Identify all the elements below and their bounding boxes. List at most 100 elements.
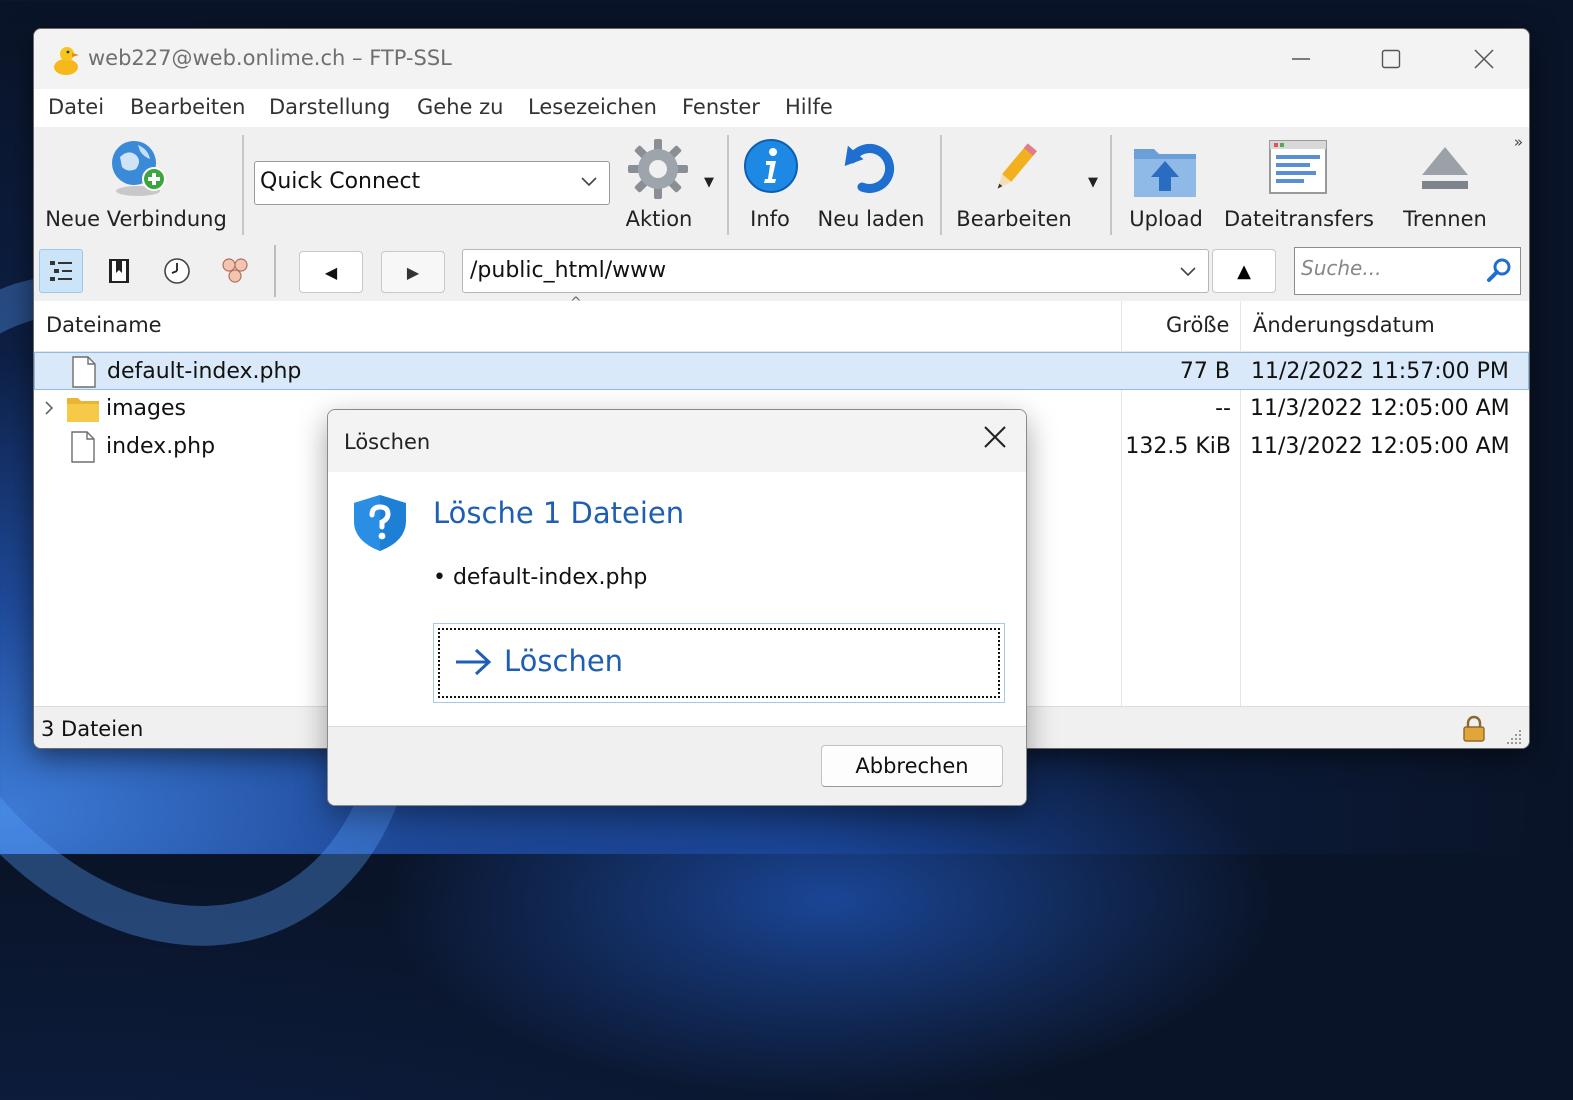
menu-hilfe[interactable]: Hilfe	[785, 95, 833, 119]
menu-bearbeiten[interactable]: Bearbeiten	[130, 95, 245, 119]
file-size: 132.5 KiB	[1125, 434, 1231, 459]
file-modified: 11/3/2022 12:05:00 AM	[1250, 434, 1510, 459]
close-icon	[1474, 49, 1494, 69]
minimize-icon	[1292, 58, 1310, 60]
search-placeholder: Suche...	[1301, 256, 1382, 280]
folder-icon	[67, 398, 99, 422]
action-dropdown-caret-icon[interactable]: ▼	[704, 175, 714, 190]
resize-grip-icon[interactable]	[1504, 727, 1524, 747]
bookmark-book-icon	[109, 259, 129, 283]
action-label: Aktion	[625, 207, 693, 231]
chevron-down-icon	[581, 177, 597, 187]
table-row[interactable]: default-index.php 77 B 11/2/2022 11:57:0…	[34, 352, 1529, 390]
maximize-icon	[1381, 49, 1401, 69]
dialog-file-item: • default-index.php	[433, 565, 648, 590]
menu-lesezeichen[interactable]: Lesezeichen	[528, 95, 657, 119]
arrow-right-icon	[456, 648, 492, 676]
file-modified: 11/3/2022 12:05:00 AM	[1250, 396, 1510, 421]
dialog-title-bar: Löschen	[328, 410, 1026, 472]
toolbar-separator	[242, 135, 244, 235]
info-icon	[744, 139, 798, 193]
reload-button[interactable]: Neu laden	[814, 133, 928, 237]
file-name: default-index.php	[107, 359, 302, 384]
close-button[interactable]	[1461, 39, 1507, 79]
gear-icon	[628, 139, 688, 199]
disconnect-button[interactable]: Trennen	[1396, 133, 1494, 237]
menu-gehe-zu[interactable]: Gehe zu	[417, 95, 503, 119]
bonjour-icon	[222, 258, 248, 283]
menu-bar: Datei Bearbeiten Darstellung Gehe zu Les…	[34, 89, 1529, 127]
disconnect-label: Trennen	[1403, 207, 1487, 231]
upload-label: Upload	[1129, 207, 1203, 231]
cancel-button[interactable]: Abbrechen	[821, 745, 1003, 787]
search-icon	[1487, 258, 1511, 282]
minimize-button[interactable]	[1278, 39, 1324, 79]
globe-add-icon	[112, 141, 166, 196]
new-connection-button[interactable]: Neue Verbindung	[40, 133, 232, 237]
toolbar: Neue Verbindung Quick Connect Aktion ▼ I…	[34, 127, 1529, 241]
edit-label: Bearbeiten	[956, 207, 1072, 231]
chevron-down-icon	[1180, 267, 1196, 277]
file-size: --	[1215, 396, 1231, 421]
transfers-button[interactable]: Dateitransfers	[1224, 133, 1374, 237]
dialog-footer: Abbrechen	[328, 726, 1026, 805]
navbar-separator	[274, 245, 276, 297]
sort-indicator-icon: ^	[570, 295, 582, 311]
menu-darstellung[interactable]: Darstellung	[269, 95, 390, 119]
edit-dropdown-caret-icon[interactable]: ▼	[1088, 175, 1098, 190]
eject-icon	[1422, 147, 1468, 189]
bonjour-toggle[interactable]	[213, 249, 257, 293]
edit-button[interactable]: Bearbeiten	[954, 133, 1074, 237]
toolbar-separator	[1110, 135, 1112, 235]
chevron-right-icon[interactable]	[42, 396, 56, 420]
focus-rectangle: Löschen	[438, 628, 1000, 698]
transfers-window-icon	[1269, 140, 1327, 194]
delete-command-label: Löschen	[504, 644, 624, 678]
bookmarks-toggle[interactable]	[97, 249, 141, 293]
delete-dialog: Löschen Lösche 1 Dateien • default-index…	[327, 409, 1027, 806]
dialog-title: Löschen	[344, 430, 431, 454]
upload-folder-icon	[1134, 149, 1196, 197]
transfers-label: Dateitransfers	[1224, 207, 1374, 231]
path-value: /public_html/www	[470, 258, 667, 283]
outline-tree-icon	[50, 261, 72, 281]
duck-app-icon	[54, 47, 79, 75]
back-button[interactable]: ◀	[299, 251, 363, 293]
file-name: index.php	[106, 434, 216, 459]
maximize-button[interactable]	[1368, 39, 1414, 79]
delete-command-button[interactable]: Löschen	[433, 623, 1005, 703]
quick-connect-select[interactable]: Quick Connect	[254, 161, 610, 205]
pencil-icon	[997, 143, 1037, 189]
title-bar: web227@web.onlime.ch – FTP-SSL	[34, 29, 1529, 89]
upload-button[interactable]: Upload	[1124, 133, 1208, 237]
lock-icon	[1463, 715, 1485, 742]
browser-view-toggle[interactable]	[39, 249, 83, 293]
new-connection-label: Neue Verbindung	[45, 207, 227, 231]
column-header-name[interactable]: Dateiname	[46, 313, 162, 337]
dialog-close-icon[interactable]	[982, 424, 1008, 450]
search-input[interactable]: Suche...	[1294, 247, 1521, 295]
column-header-size[interactable]: Größe	[1166, 313, 1229, 337]
history-toggle[interactable]	[155, 249, 199, 293]
toolbar-overflow-button[interactable]: »	[1514, 133, 1523, 151]
status-text: 3 Dateien	[41, 717, 144, 741]
reload-icon	[844, 144, 895, 193]
navigation-bar: ◀ ▶ /public_html/www ▲ Suche...	[34, 241, 1529, 301]
file-name: images	[106, 396, 186, 421]
column-header-modified[interactable]: Änderungsdatum	[1253, 313, 1435, 337]
clock-icon	[164, 258, 190, 284]
file-size: 77 B	[1179, 359, 1230, 384]
reload-label: Neu laden	[817, 207, 925, 231]
parent-directory-button[interactable]: ▲	[1212, 249, 1276, 293]
toolbar-separator	[940, 135, 942, 235]
info-button[interactable]: Info	[738, 133, 802, 237]
toolbar-separator	[727, 135, 729, 235]
quick-connect-value: Quick Connect	[260, 169, 421, 194]
action-button[interactable]: Aktion	[622, 133, 696, 237]
path-select[interactable]: /public_html/www	[462, 249, 1209, 293]
menu-datei[interactable]: Datei	[48, 95, 104, 119]
dialog-heading: Lösche 1 Dateien	[433, 496, 685, 530]
forward-button[interactable]: ▶	[381, 251, 445, 293]
window-title: web227@web.onlime.ch – FTP-SSL	[88, 46, 452, 70]
menu-fenster[interactable]: Fenster	[682, 95, 760, 119]
